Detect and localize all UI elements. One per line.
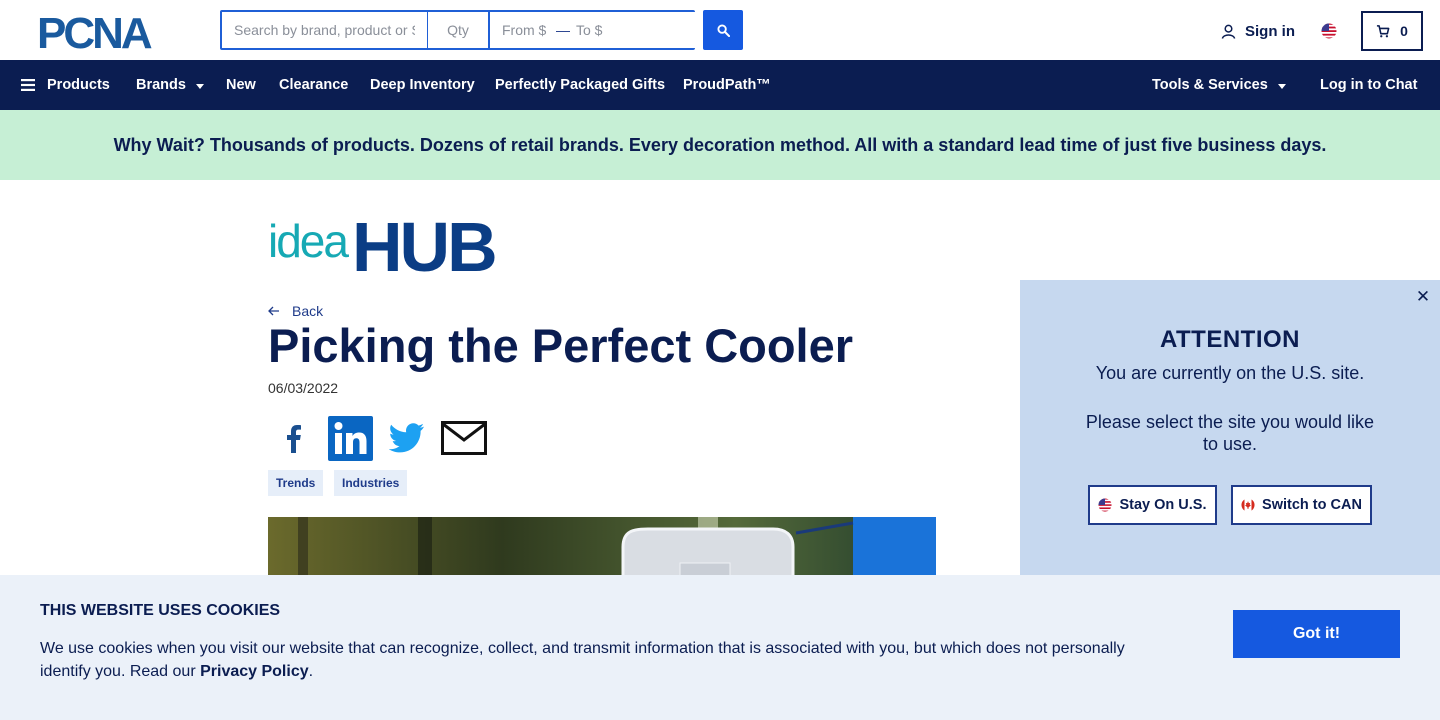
- linkedin-icon: [328, 415, 373, 461]
- us-flag-icon[interactable]: [1321, 23, 1337, 39]
- attention-current-site-text: You are currently on the U.S. site.: [1095, 363, 1365, 383]
- attention-select-text: Please select the site you would like to…: [1085, 412, 1375, 454]
- switch-to-can-button[interactable]: Switch to CAN: [1231, 485, 1372, 525]
- search-icon: [716, 23, 730, 37]
- chevron-down-icon: [1277, 83, 1286, 89]
- stay-on-us-button[interactable]: Stay On U.S.: [1088, 485, 1217, 525]
- qty-input[interactable]: [428, 12, 490, 48]
- nav-products-label: Products: [47, 77, 110, 93]
- cart-button[interactable]: 0: [1361, 11, 1423, 51]
- promo-banner-text: Why Wait? Thousands of products. Dozens …: [113, 134, 1327, 155]
- chevron-down-icon: [195, 83, 204, 89]
- site-header: PCNA — Sign in: [0, 0, 1440, 60]
- share-linkedin[interactable]: [328, 414, 373, 462]
- switch-to-can-label: Switch to CAN: [1262, 497, 1362, 513]
- cookie-banner-title: THIS WEBSITE USES COOKIES: [40, 602, 281, 619]
- ideahub-idea-text: idea: [268, 215, 349, 267]
- share-email[interactable]: [441, 414, 487, 462]
- stay-on-us-label: Stay On U.S.: [1119, 497, 1207, 513]
- price-from-input[interactable]: [490, 12, 556, 48]
- facebook-icon: [287, 425, 301, 453]
- attention-title: ATTENTION: [1159, 326, 1301, 353]
- sign-in-link[interactable]: Sign in: [1221, 21, 1295, 41]
- search-bar: —: [220, 10, 757, 50]
- cookie-text-end: .: [308, 663, 314, 680]
- cookie-banner: THIS WEBSITE USES COOKIES We use cookies…: [0, 575, 1440, 720]
- cookie-banner-text: We use cookies when you visit our websit…: [40, 637, 1150, 683]
- article-date: 06/03/2022: [268, 380, 339, 396]
- nav-tools-services[interactable]: Tools & Services: [1152, 60, 1286, 110]
- sign-in-label: Sign in: [1245, 22, 1295, 40]
- nav-proudpath[interactable]: ProudPath™: [683, 60, 771, 110]
- nav-products[interactable]: Products: [21, 60, 110, 110]
- logo-text: PCNA: [37, 12, 152, 52]
- user-icon: [1221, 24, 1236, 39]
- privacy-policy-link[interactable]: Privacy Policy: [200, 663, 309, 680]
- arrow-left-icon: [268, 306, 279, 316]
- search-input[interactable]: [222, 12, 428, 48]
- share-facebook[interactable]: [271, 414, 315, 462]
- hamburger-icon: [21, 79, 35, 91]
- nav-new[interactable]: New: [226, 60, 256, 110]
- cart-count: 0: [1400, 23, 1408, 39]
- nav-deep-inventory[interactable]: Deep Inventory: [370, 60, 475, 110]
- main-nav: Products Brands New Clearance Deep Inven…: [0, 60, 1440, 110]
- tag-trends[interactable]: Trends: [268, 470, 324, 496]
- got-it-button[interactable]: Got it!: [1233, 610, 1400, 658]
- nav-perfectly-packaged-gifts[interactable]: Perfectly Packaged Gifts: [495, 60, 665, 110]
- article-title: Picking the Perfect Cooler: [268, 319, 854, 372]
- tag-industries[interactable]: Industries: [334, 470, 408, 496]
- nav-brands[interactable]: Brands: [136, 60, 204, 110]
- canada-flag-icon: [1241, 498, 1255, 512]
- share-twitter[interactable]: [388, 414, 426, 462]
- close-icon[interactable]: ✕: [1414, 287, 1432, 306]
- nav-login-chat[interactable]: Log in to Chat: [1320, 60, 1417, 110]
- price-range-dash: —: [556, 22, 570, 38]
- nav-brands-label: Brands: [136, 77, 186, 93]
- ideahub-hub-text: HUB: [352, 213, 495, 275]
- back-link[interactable]: Back: [268, 303, 323, 319]
- us-flag-icon: [1098, 498, 1113, 512]
- site-selector-modal: ✕ ATTENTION You are currently on the U.S…: [1020, 280, 1440, 580]
- search-button[interactable]: [703, 10, 743, 50]
- nav-tools-services-label: Tools & Services: [1152, 77, 1268, 93]
- ideahub-logo: idea HUB: [268, 213, 498, 275]
- pcna-logo[interactable]: PCNA: [37, 12, 185, 52]
- promo-banner: Why Wait? Thousands of products. Dozens …: [0, 110, 1440, 180]
- email-icon: [441, 421, 487, 455]
- twitter-icon: [389, 423, 424, 453]
- back-label: Back: [292, 303, 324, 319]
- nav-clearance[interactable]: Clearance: [279, 60, 348, 110]
- cart-icon: [1377, 24, 1390, 37]
